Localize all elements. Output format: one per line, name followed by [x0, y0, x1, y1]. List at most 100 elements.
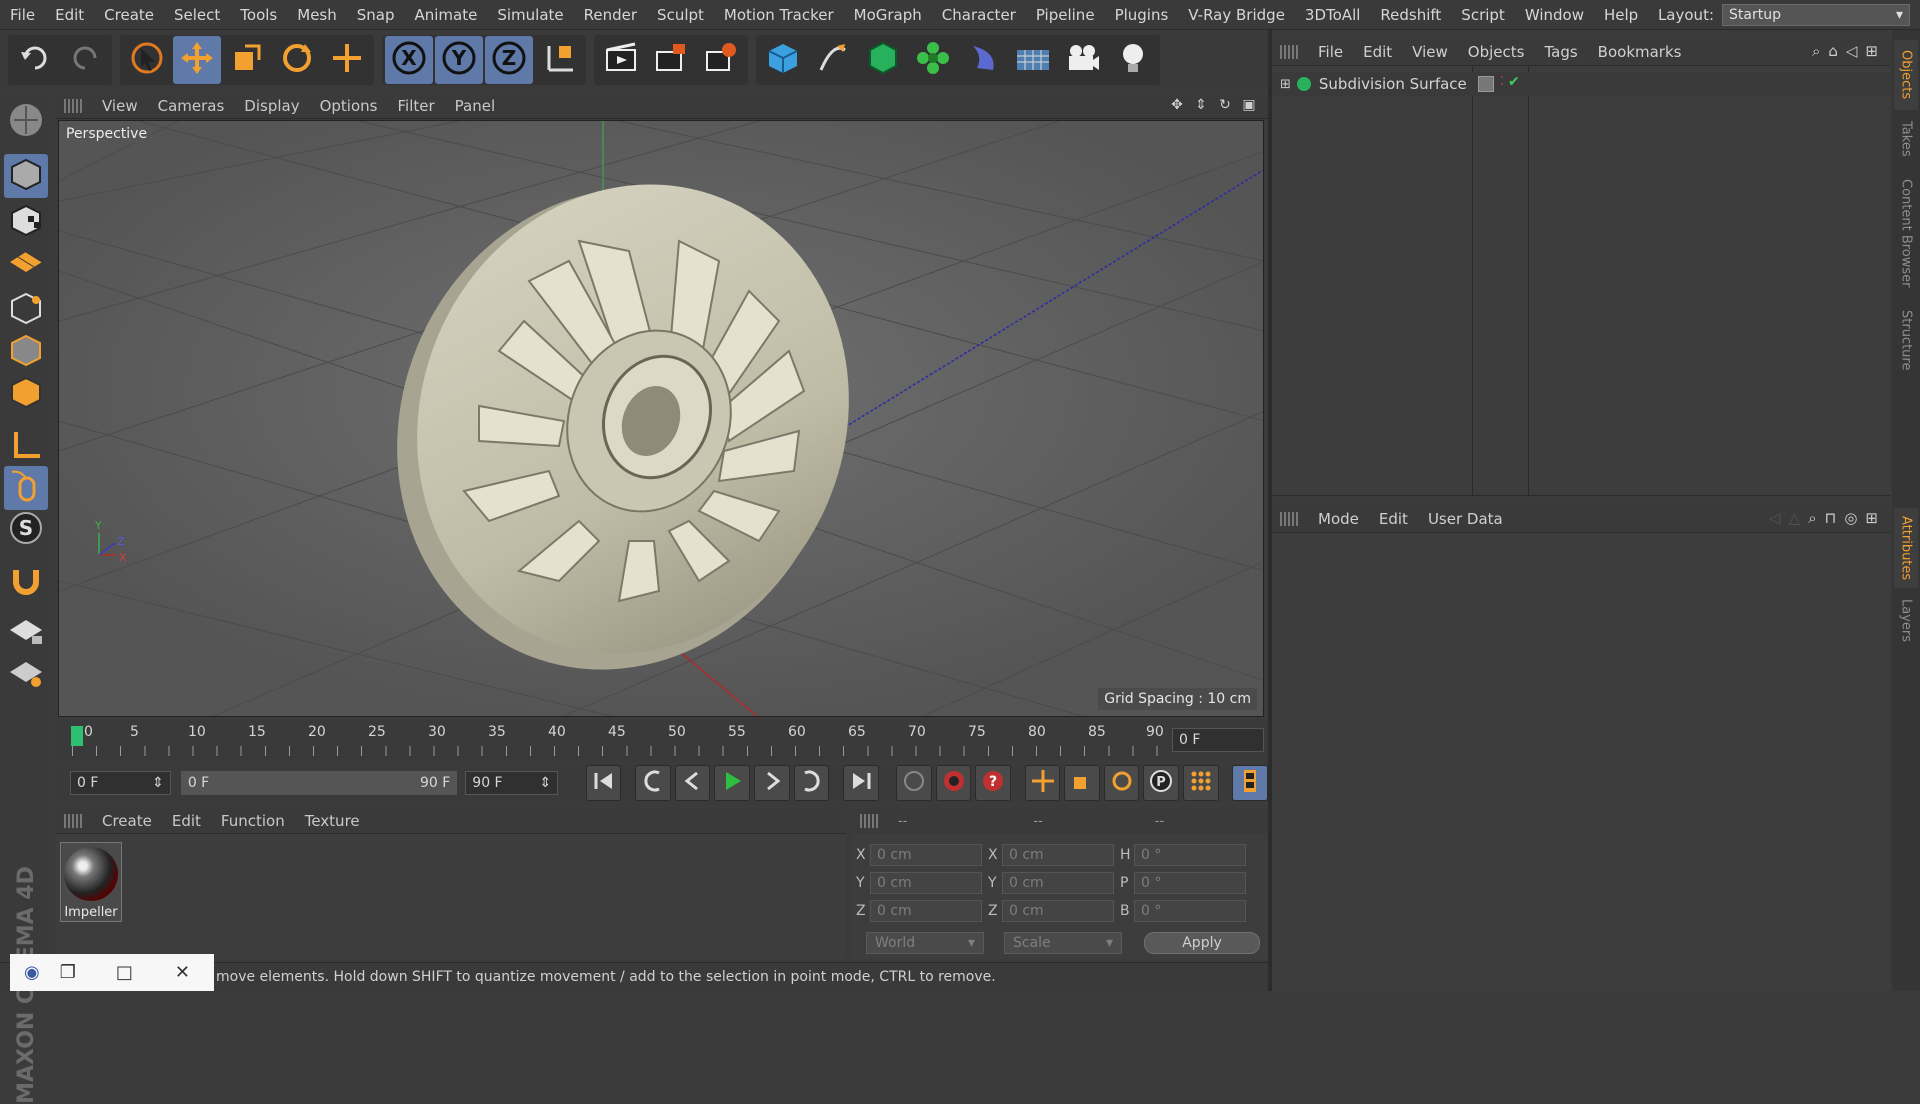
app-icon[interactable]: ◉: [24, 962, 40, 983]
om-menu-objects[interactable]: Objects: [1458, 43, 1535, 61]
menu-create[interactable]: Create: [94, 6, 164, 24]
rotation-b-field[interactable]: 0 °: [1134, 900, 1246, 922]
menu-plugins[interactable]: Plugins: [1105, 6, 1179, 24]
menu-pipeline[interactable]: Pipeline: [1026, 6, 1105, 24]
expand-icon[interactable]: ⊞: [1280, 77, 1291, 92]
render-picture-viewer-button[interactable]: [647, 36, 695, 84]
up-arrow-icon[interactable]: △: [1789, 509, 1801, 527]
layer-icon[interactable]: [1478, 76, 1494, 92]
material-swatch[interactable]: Impeller: [60, 842, 122, 922]
material-menu-function[interactable]: Function: [211, 812, 295, 830]
perspective-viewport[interactable]: Perspective Y Z X Grid Spacing : 10 cm: [58, 120, 1264, 717]
key-scale-button[interactable]: [1064, 765, 1100, 801]
lock-icon[interactable]: ⊓: [1825, 509, 1837, 527]
target-icon[interactable]: ◎: [1844, 509, 1857, 527]
previous-frame-button[interactable]: [674, 765, 711, 801]
go-to-end-button[interactable]: [842, 765, 879, 801]
floor-button[interactable]: [1009, 36, 1057, 84]
panel-grip-icon[interactable]: [64, 98, 84, 113]
menu-character[interactable]: Character: [932, 6, 1026, 24]
autokeying-button[interactable]: [935, 765, 972, 801]
move-tool-button[interactable]: [173, 36, 221, 84]
tweak-mode-button[interactable]: [4, 466, 48, 510]
next-key-button[interactable]: [793, 765, 830, 801]
restore-icon[interactable]: ❐: [60, 962, 76, 983]
om-menu-tags[interactable]: Tags: [1534, 43, 1587, 61]
subdivision-button[interactable]: [859, 36, 907, 84]
pan-icon[interactable]: ✥: [1168, 96, 1186, 114]
record-active-objects-button[interactable]: [896, 765, 932, 801]
menu-vray-bridge[interactable]: V-Ray Bridge: [1178, 6, 1295, 24]
snap-button[interactable]: [4, 560, 48, 604]
viewport-menu-cameras[interactable]: Cameras: [148, 97, 235, 115]
key-rotation-button[interactable]: [1103, 765, 1140, 801]
viewport-menu-view[interactable]: View: [92, 97, 148, 115]
last-tool-button[interactable]: [323, 36, 371, 84]
menu-script[interactable]: Script: [1451, 6, 1515, 24]
undo-button[interactable]: [11, 36, 59, 84]
back-arrow-icon[interactable]: ◁: [1769, 509, 1781, 527]
timeline-playhead[interactable]: [71, 726, 83, 746]
viewport-menu-options[interactable]: Options: [310, 97, 388, 115]
menu-mesh[interactable]: Mesh: [287, 6, 347, 24]
timeline-button[interactable]: [1232, 765, 1268, 801]
rotation-p-field[interactable]: 0 °: [1134, 872, 1246, 894]
z-axis-button[interactable]: Z: [485, 36, 533, 84]
size-y-field[interactable]: 0 cm: [1002, 872, 1114, 894]
previous-key-button[interactable]: [635, 765, 671, 801]
x-axis-button[interactable]: X: [385, 36, 433, 84]
visibility-dots-icon[interactable]: ⁚: [1500, 74, 1504, 88]
tab-structure[interactable]: Structure: [1894, 300, 1918, 380]
light-button[interactable]: [1109, 36, 1157, 84]
rotation-h-field[interactable]: 0 °: [1134, 844, 1246, 866]
end-frame-field[interactable]: 90 F ⇕: [465, 771, 559, 795]
polygons-mode-button[interactable]: [4, 372, 48, 416]
world-coordinates-button[interactable]: [535, 36, 583, 84]
material-menu-create[interactable]: Create: [92, 812, 162, 830]
live-selection-button[interactable]: [123, 36, 171, 84]
attr-menu-edit[interactable]: Edit: [1369, 510, 1418, 528]
camera-button[interactable]: [1059, 36, 1107, 84]
menu-sculpt[interactable]: Sculpt: [647, 6, 714, 24]
panel-grip-icon[interactable]: [1280, 511, 1300, 526]
om-menu-view[interactable]: View: [1402, 43, 1458, 61]
current-frame-field[interactable]: 0 F: [1172, 728, 1264, 752]
viewport-menu-panel[interactable]: Panel: [445, 97, 505, 115]
render-view-button[interactable]: [597, 36, 645, 84]
redo-button[interactable]: [61, 36, 109, 84]
pen-button[interactable]: [809, 36, 857, 84]
scale-tool-button[interactable]: [223, 36, 271, 84]
menu-tools[interactable]: Tools: [230, 6, 287, 24]
deformer-button[interactable]: [959, 36, 1007, 84]
make-editable-button[interactable]: [4, 100, 48, 144]
edges-mode-button[interactable]: [4, 330, 48, 374]
menu-animate[interactable]: Animate: [405, 6, 488, 24]
position-z-field[interactable]: 0 cm: [870, 900, 982, 922]
position-x-field[interactable]: 0 cm: [870, 844, 982, 866]
enabled-check-icon[interactable]: ✔: [1508, 74, 1520, 90]
attr-menu-user-data[interactable]: User Data: [1418, 510, 1513, 528]
play-button[interactable]: [714, 765, 750, 801]
tab-objects[interactable]: Objects: [1894, 40, 1918, 110]
layout-select[interactable]: Startup ▾: [1722, 4, 1910, 26]
tab-content-browser[interactable]: Content Browser: [1894, 168, 1918, 298]
menu-redshift[interactable]: Redshift: [1370, 6, 1451, 24]
material-menu-edit[interactable]: Edit: [162, 812, 211, 830]
tab-layers[interactable]: Layers: [1894, 592, 1918, 650]
cloner-button[interactable]: [909, 36, 957, 84]
menu-3dtoall[interactable]: 3DToAll: [1295, 6, 1370, 24]
menu-select[interactable]: Select: [164, 6, 230, 24]
texture-mode-button[interactable]: [4, 200, 48, 244]
tab-takes[interactable]: Takes: [1894, 112, 1918, 166]
viewport-menu-display[interactable]: Display: [234, 97, 309, 115]
size-x-field[interactable]: 0 cm: [1002, 844, 1114, 866]
home-icon[interactable]: ⌂: [1828, 42, 1838, 60]
orbit-icon[interactable]: ↻: [1216, 96, 1234, 114]
menu-simulate[interactable]: Simulate: [487, 6, 573, 24]
menu-mograph[interactable]: MoGraph: [844, 6, 932, 24]
lock-workplane-button[interactable]: [4, 610, 48, 654]
om-menu-file[interactable]: File: [1308, 43, 1353, 61]
key-parameter-button[interactable]: P: [1143, 765, 1180, 801]
object-row[interactable]: ⊞ Subdivision Surface ⁚ ✔: [1272, 72, 1890, 96]
y-axis-button[interactable]: Y: [435, 36, 483, 84]
